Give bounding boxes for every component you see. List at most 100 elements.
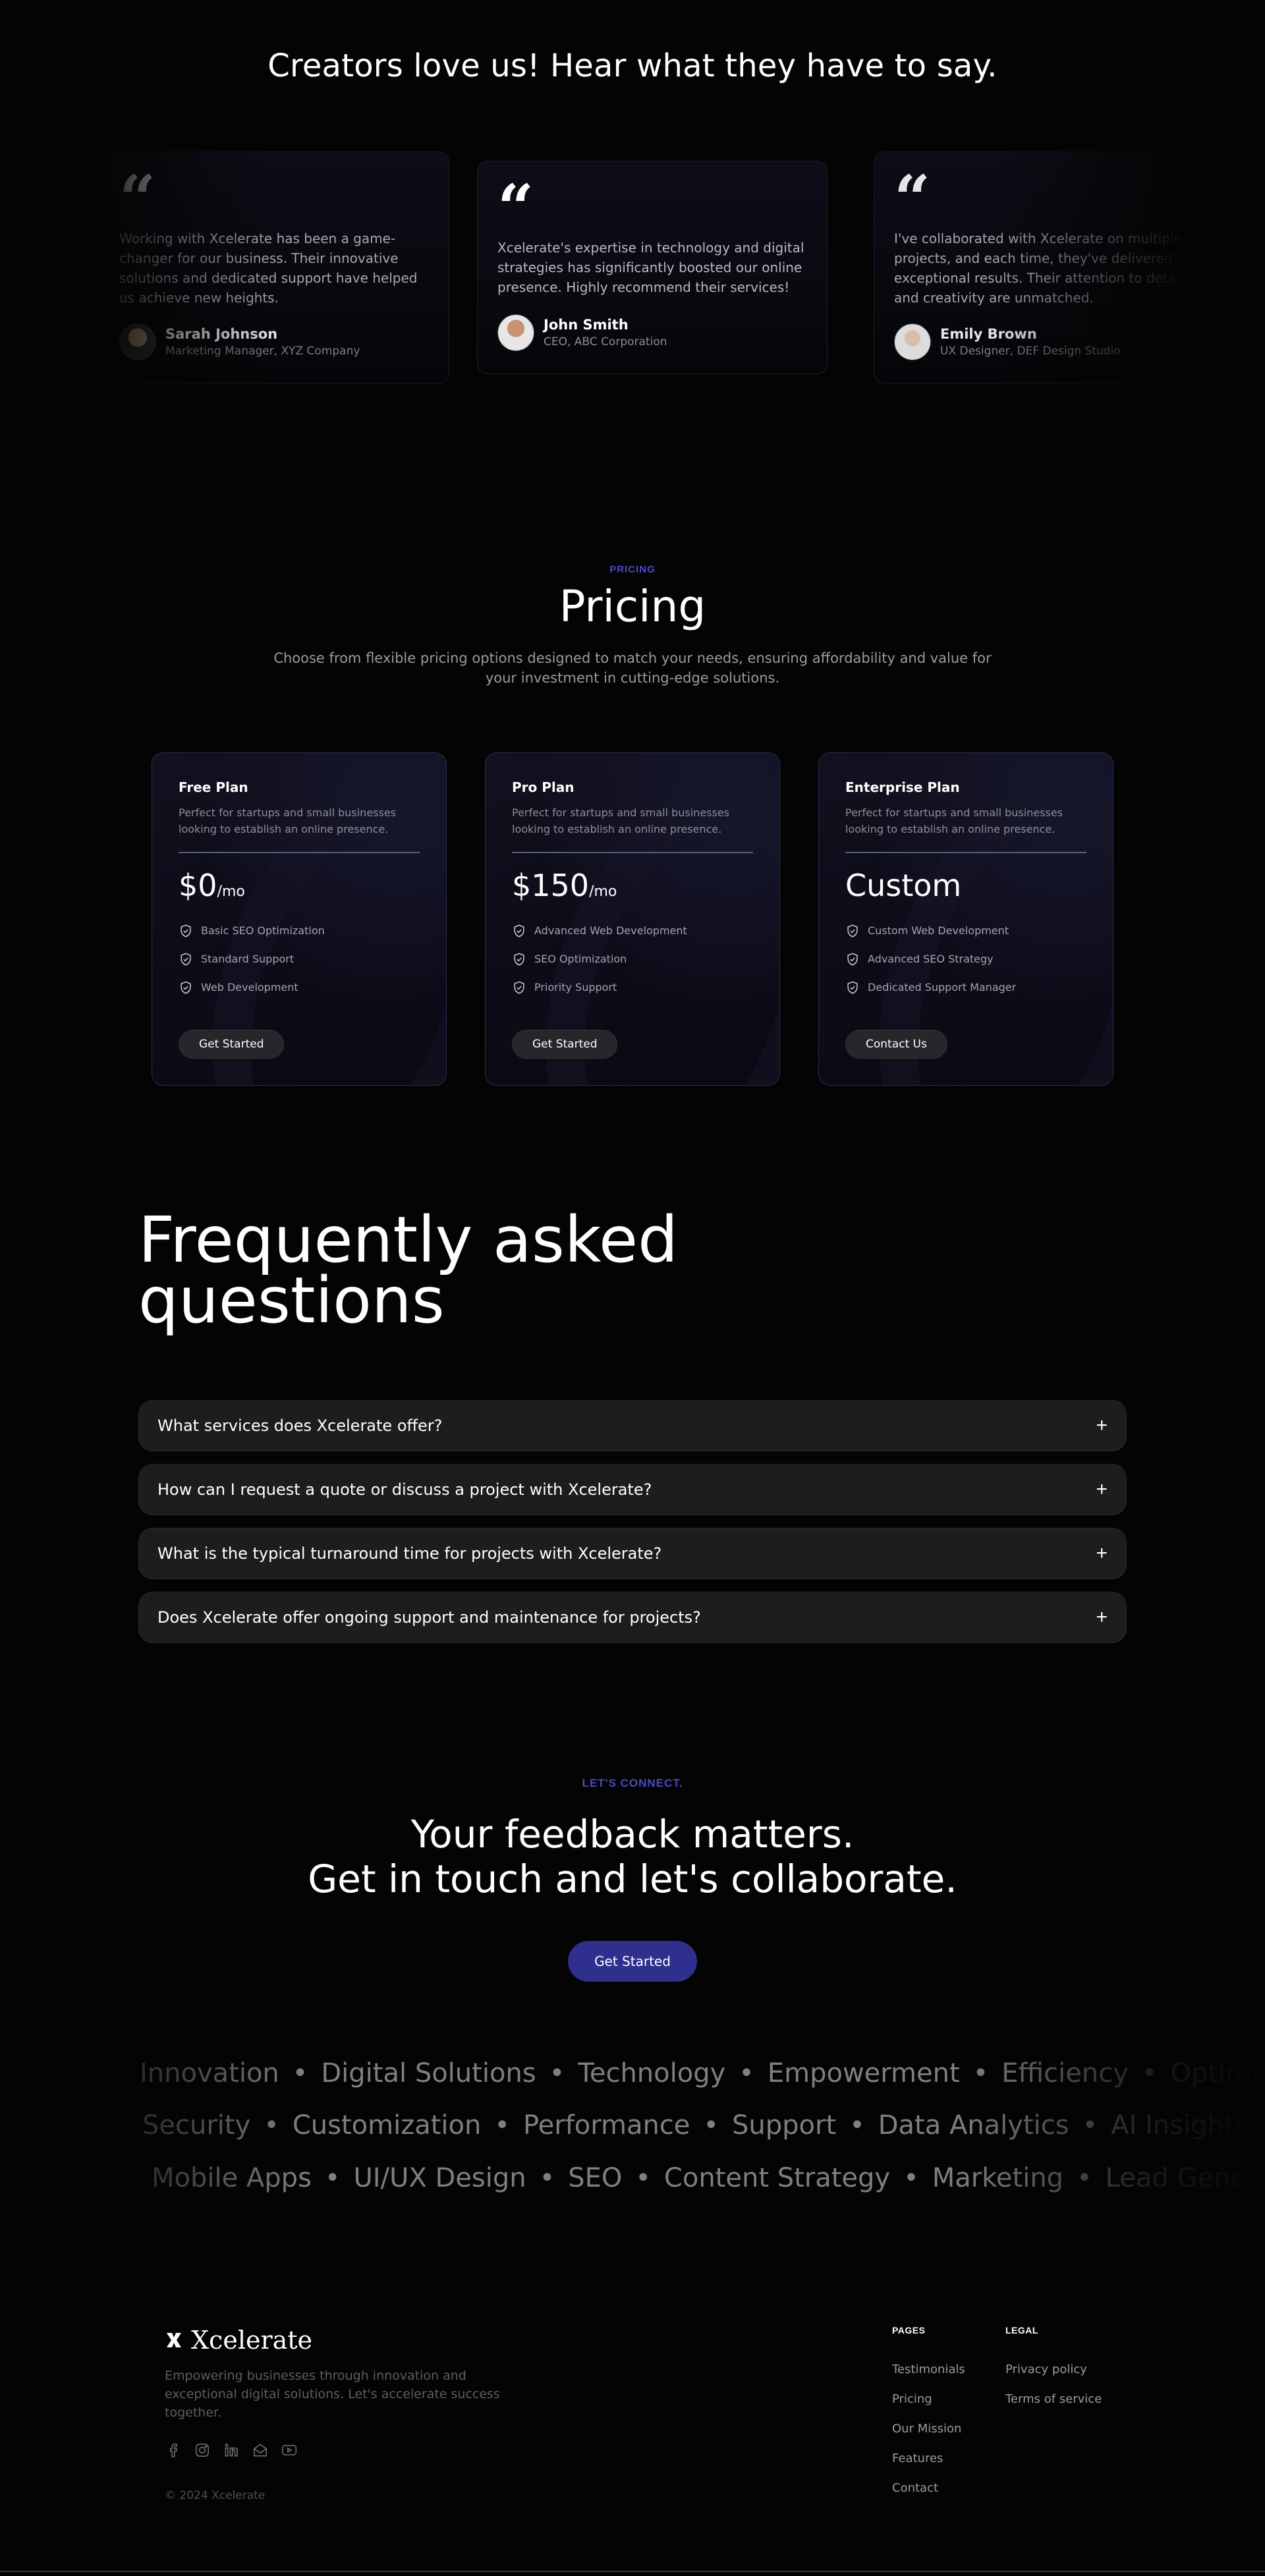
price-amount: Custom xyxy=(845,868,962,903)
price-period: /mo xyxy=(589,883,617,900)
author-role: Marketing Manager, XYZ Company xyxy=(165,345,360,358)
footer-link-our-mission[interactable]: Our Mission xyxy=(892,2422,961,2436)
plan-name: Enterprise Plan xyxy=(845,779,960,795)
quote-icon: “ xyxy=(119,161,156,236)
cta-title-line: Your feedback matters. xyxy=(410,1812,855,1857)
testimonial-card: “ Working with Xcelerate has been a game… xyxy=(99,152,449,383)
marquee-track: Innovation • Digital Solutions • Technolog… xyxy=(140,2054,1265,2093)
marquee-word: Efficiency xyxy=(1001,2058,1129,2088)
separator-dot: • xyxy=(494,2110,510,2141)
feature-label: Custom Web Development xyxy=(868,924,1009,937)
marquee-word: AI Insights xyxy=(1111,2110,1249,2141)
feature-item: Basic SEO Optimization xyxy=(179,916,420,945)
mail-icon[interactable] xyxy=(252,2442,269,2459)
marquee-word: Innovation xyxy=(140,2058,279,2088)
marquee-word: Empowerment xyxy=(767,2058,960,2088)
feature-label: Advanced SEO Strategy xyxy=(868,953,994,965)
author-name: Sarah Johnson xyxy=(165,326,278,342)
shield-check-icon xyxy=(181,981,191,994)
marquee-word: Performance xyxy=(522,2110,690,2141)
footer-link-features[interactable]: Features xyxy=(892,2451,943,2465)
instagram-icon[interactable] xyxy=(194,2442,211,2459)
separator-dot: • xyxy=(972,2058,989,2088)
marquee-track: Mobile Apps • UI/UX Design • SEO • Content … xyxy=(152,2158,1265,2198)
pages-heading: PAGES xyxy=(892,2325,926,2336)
x-logo-icon xyxy=(167,2333,181,2347)
author-name: John Smith xyxy=(544,317,629,333)
faq-item[interactable]: How can I request a quote or discuss a p… xyxy=(138,1464,1127,1515)
testimonial-text: I've collaborated with Xcelerate on mult… xyxy=(894,231,1184,306)
quote-icon: “ xyxy=(497,171,534,245)
footer-link-pricing[interactable]: Pricing xyxy=(892,2392,932,2406)
plus-icon[interactable]: + xyxy=(1096,1544,1108,1563)
feature-label: Advanced Web Development xyxy=(534,924,687,937)
feature-item: Standard Support xyxy=(179,945,420,973)
plan-card-enterprise: Enterprise Plan Perfect for startups and… xyxy=(818,752,1113,1086)
separator-dot: • xyxy=(1082,2110,1098,2141)
testimonial-card: “ Xcelerate's expertise in technology an… xyxy=(477,161,828,374)
linkedin-icon[interactable] xyxy=(223,2442,240,2459)
faq-question: What services does Xcelerate offer? xyxy=(157,1416,443,1435)
separator-dot: • xyxy=(739,2058,754,2088)
feature-label: Standard Support xyxy=(201,953,295,965)
separator-dot: • xyxy=(549,2058,565,2088)
shield-check-icon xyxy=(181,953,191,965)
facebook-icon[interactable] xyxy=(165,2442,182,2459)
footer-link-testimonials[interactable]: Testimonials xyxy=(892,2363,965,2376)
feature-item: Advanced SEO Strategy xyxy=(845,945,1086,973)
feature-label: SEO Optimization xyxy=(534,953,627,965)
shield-check-icon xyxy=(514,953,524,965)
feature-list: Basic SEO Optimization Standard Support … xyxy=(179,916,420,1001)
testimonials-title: Creators love us! Hear what they have to… xyxy=(267,47,998,84)
plan-description: Perfect for startups and small businesse… xyxy=(845,806,1063,835)
brand-description: Empowering businesses through innovation… xyxy=(165,2368,500,2420)
separator-dot: • xyxy=(703,2110,719,2141)
avatar xyxy=(497,314,534,351)
brand-logo[interactable]: Xcelerate xyxy=(165,2326,312,2355)
separator-dot: • xyxy=(635,2163,651,2193)
contact-us-button[interactable]: Contact Us xyxy=(845,1030,947,1059)
site-footer: Xcelerate Empowering businesses through … xyxy=(0,2319,1265,2576)
testimonial-card: “ I've collaborated with Xcelerate on mu… xyxy=(874,152,1224,383)
footer-link-terms-of-service[interactable]: Terms of service xyxy=(1005,2392,1102,2406)
separator-dot: • xyxy=(903,2163,919,2193)
separator-dot: • xyxy=(292,2058,308,2088)
get-started-button[interactable]: Get Started xyxy=(568,1941,697,1982)
testimonial-text: Working with Xcelerate has been a game-c… xyxy=(119,231,418,306)
youtube-icon[interactable] xyxy=(281,2442,298,2459)
author-role: CEO, ABC Corporation xyxy=(544,335,667,349)
testimonial-author: Emily Brown UX Designer, DEF Design Stud… xyxy=(894,323,1121,360)
price-period: /mo xyxy=(217,883,245,900)
plus-icon[interactable]: + xyxy=(1096,1416,1108,1436)
plan-card-pro: Pro Plan Perfect for startups and small … xyxy=(485,752,780,1086)
plan-description: Perfect for startups and small businesse… xyxy=(512,806,730,835)
get-started-button[interactable]: Get Started xyxy=(512,1030,618,1059)
marquee-track: Security • Customization • Performance • Su… xyxy=(142,2106,1248,2145)
divider xyxy=(845,852,1086,853)
divider xyxy=(512,852,753,853)
pricing-subtitle: Choose from flexible pricing options des… xyxy=(273,650,992,686)
footer-link-contact[interactable]: Contact xyxy=(892,2481,938,2495)
get-started-button[interactable]: Get Started xyxy=(179,1030,285,1059)
shield-check-icon xyxy=(847,924,858,937)
plan-price: $0/mo xyxy=(179,868,420,907)
shield-check-icon xyxy=(514,924,524,937)
plus-icon[interactable]: + xyxy=(1096,1608,1108,1627)
faq-item[interactable]: What services does Xcelerate offer? + xyxy=(138,1400,1127,1451)
separator-dot: • xyxy=(324,2163,341,2193)
brand-name: Xcelerate xyxy=(191,2326,313,2355)
marquee-row: Security • Customization • Performance • Su… xyxy=(0,2106,1265,2145)
feature-label: Basic SEO Optimization xyxy=(201,924,325,937)
feature-item: SEO Optimization xyxy=(512,945,753,973)
footer-link-privacy-policy[interactable]: Privacy policy xyxy=(1005,2363,1087,2376)
faq-item[interactable]: What is the typical turnaround time for … xyxy=(138,1528,1127,1579)
quote-icon: “ xyxy=(894,161,931,236)
plus-icon[interactable]: + xyxy=(1096,1480,1108,1499)
feature-item: Custom Web Development xyxy=(845,916,1086,945)
avatar xyxy=(894,323,931,360)
separator-dot: • xyxy=(264,2110,279,2141)
plan-price: Custom xyxy=(845,868,1086,907)
faq-item[interactable]: Does Xcelerate offer ongoing support and… xyxy=(138,1592,1127,1643)
marquee-word: Marketing xyxy=(932,2163,1064,2193)
marquee-word: Security xyxy=(142,2110,251,2141)
